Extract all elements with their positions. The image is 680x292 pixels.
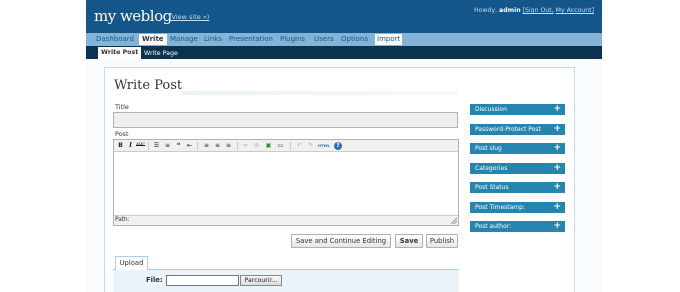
expand-plus-icon[interactable]: + xyxy=(553,163,561,173)
page-title: Write Post xyxy=(114,78,183,93)
publish-button[interactable]: Publish xyxy=(426,234,458,248)
subnav-write-page[interactable]: Write Page xyxy=(141,48,181,59)
more-tag-icon[interactable]: ▭ xyxy=(276,141,285,150)
align-left-icon[interactable]: ≡ xyxy=(202,141,211,150)
insert-image-icon[interactable]: ▣ xyxy=(264,141,273,150)
save-and-continue-button[interactable]: Save and Continue Editing xyxy=(291,234,391,248)
sub-nav: Write Post Write Page xyxy=(86,46,602,59)
expand-plus-icon[interactable]: + xyxy=(553,104,561,114)
sidebar-post-status[interactable]: Post Status + xyxy=(470,182,565,193)
my-account-link[interactable]: My Account] xyxy=(556,7,594,14)
post-label: Post xyxy=(115,130,129,138)
strikethrough-icon[interactable]: ABC xyxy=(136,141,145,150)
post-editor[interactable]: B I ABC ☰ ≡ ❝ ⇤ ≡ ≡ ≡ ∞ ⊘ ▣ ▭ ↶ ↷ HTML ?… xyxy=(113,139,459,226)
nav-write[interactable]: Write xyxy=(139,34,167,45)
nav-manage[interactable]: Manage xyxy=(169,34,199,45)
sidebar-discussion-label: Discussion xyxy=(475,106,507,113)
help-icon[interactable]: ? xyxy=(334,142,342,150)
file-input[interactable] xyxy=(166,275,239,286)
align-right-icon[interactable]: ≡ xyxy=(224,141,233,150)
admin-header: my weblog (View site ») Howdy, admin [Si… xyxy=(86,0,602,33)
expand-plus-icon[interactable]: + xyxy=(553,221,561,231)
nav-plugins[interactable]: Plugins xyxy=(279,34,306,45)
italic-icon[interactable]: I xyxy=(126,141,135,150)
nav-dashboard[interactable]: Dashboard xyxy=(95,34,135,45)
editor-path: Path: xyxy=(115,217,130,223)
file-label: File: xyxy=(146,276,163,284)
sidebar-discussion[interactable]: Discussion + xyxy=(470,104,565,115)
link-icon[interactable]: ∞ xyxy=(241,141,250,150)
toolbar-separator xyxy=(197,142,198,150)
html-icon[interactable]: HTML xyxy=(317,141,331,150)
sidebar-status-label: Post Status xyxy=(475,184,509,191)
nav-presentation[interactable]: Presentation xyxy=(228,34,274,45)
sidebar-categories[interactable]: Categories + xyxy=(470,163,565,174)
expand-plus-icon[interactable]: + xyxy=(553,143,561,153)
redo-icon[interactable]: ↷ xyxy=(306,141,315,150)
title-label: Title xyxy=(115,103,129,111)
user-info: Howdy, admin [Sign Out, My Account] xyxy=(474,7,594,14)
toolbar-separator xyxy=(290,142,291,150)
browse-button[interactable]: Parcourir... xyxy=(240,275,282,286)
view-site-link[interactable]: (View site ») xyxy=(169,13,209,21)
align-center-icon[interactable]: ≡ xyxy=(213,141,222,150)
expand-plus-icon[interactable]: + xyxy=(553,182,561,192)
upload-tab[interactable]: Upload xyxy=(115,256,148,270)
bold-icon[interactable]: B xyxy=(116,141,125,150)
blog-title[interactable]: my weblog xyxy=(94,7,172,25)
sidebar-categories-label: Categories xyxy=(475,165,508,172)
nav-users[interactable]: Users xyxy=(313,34,335,45)
sidebar-slug-label: Post slug xyxy=(475,145,502,152)
upload-panel xyxy=(113,269,459,292)
undo-icon[interactable]: ↶ xyxy=(295,141,304,150)
expand-plus-icon[interactable]: + xyxy=(553,202,561,212)
main-nav: Dashboard Write Manage Links Presentatio… xyxy=(86,33,602,46)
sidebar-post-slug[interactable]: Post slug + xyxy=(470,143,565,154)
numbered-list-icon[interactable]: ≡ xyxy=(163,141,172,150)
nav-import[interactable]: Import xyxy=(375,34,403,45)
bullet-list-icon[interactable]: ☰ xyxy=(152,141,161,150)
sidebar-author-label: Post author: xyxy=(475,223,512,230)
resize-handle-icon[interactable] xyxy=(451,218,457,224)
sidebar-password-label: Password-Protect Post xyxy=(475,126,541,133)
toolbar-separator xyxy=(237,142,238,150)
blockquote-icon[interactable]: ❝ xyxy=(174,141,183,150)
editor-toolbar: B I ABC ☰ ≡ ❝ ⇤ ≡ ≡ ≡ ∞ ⊘ ▣ ▭ ↶ ↷ HTML ? xyxy=(114,140,458,152)
title-input[interactable] xyxy=(113,112,458,128)
sidebar-post-author[interactable]: Post author: + xyxy=(470,221,565,232)
outdent-icon[interactable]: ⇤ xyxy=(185,141,194,150)
save-button[interactable]: Save xyxy=(395,234,423,248)
toolbar-separator xyxy=(148,142,149,150)
nav-options[interactable]: Options xyxy=(340,34,369,45)
howdy-text: Howdy, xyxy=(474,7,498,14)
sidebar-post-timestamp[interactable]: Post Timestamp: + xyxy=(470,202,565,213)
sign-out-link[interactable]: [Sign Out, xyxy=(523,7,554,14)
sidebar-timestamp-label: Post Timestamp: xyxy=(475,204,525,211)
unlink-icon[interactable]: ⊘ xyxy=(252,141,261,150)
editor-statusbar: Path: xyxy=(114,215,458,225)
subnav-write-post[interactable]: Write Post xyxy=(98,47,142,59)
sidebar-password-protect[interactable]: Password-Protect Post + xyxy=(470,124,565,135)
username: admin xyxy=(499,7,521,14)
nav-links[interactable]: Links xyxy=(203,34,223,45)
title-divider xyxy=(182,91,458,95)
expand-plus-icon[interactable]: + xyxy=(553,124,561,134)
